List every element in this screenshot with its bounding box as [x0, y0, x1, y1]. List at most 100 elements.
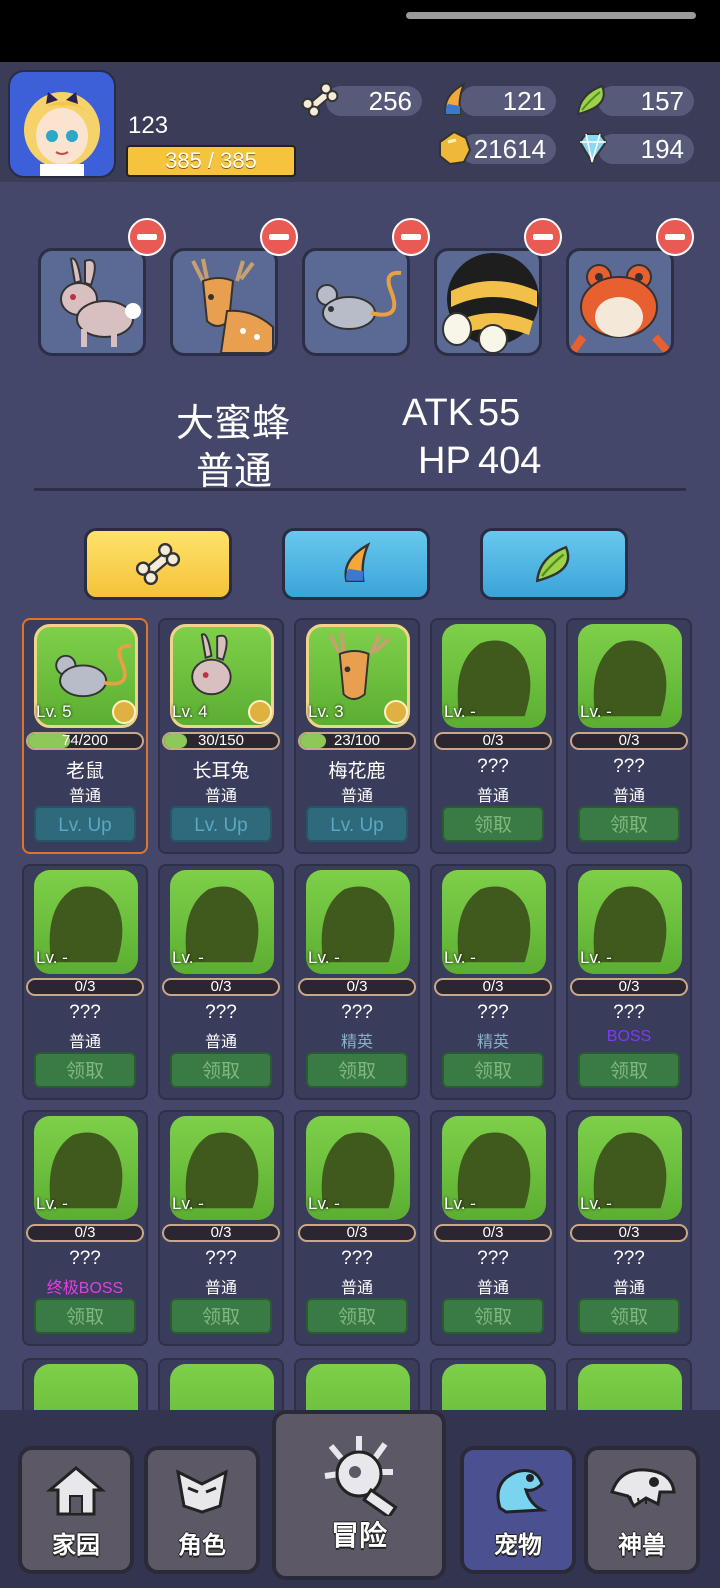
pet-name: ??? — [477, 1248, 509, 1269]
gold-coin-icon — [434, 128, 474, 168]
pet-name: ??? — [477, 756, 509, 777]
pet-card[interactable]: Lv. - 0/3??? 普通 领取 — [158, 864, 284, 1100]
pet-card[interactable]: Lv. - 0/3??? 精英 领取 — [294, 864, 420, 1100]
pet-card[interactable] — [566, 1358, 692, 1410]
pet-card[interactable]: Lv. - 0/3??? 终极BOSS 领取 — [22, 1110, 148, 1346]
claim-button[interactable]: 领取 — [34, 1052, 136, 1088]
pet-progress-text: 0/3 — [210, 978, 232, 995]
pet-progress-bar: 0/3 — [298, 978, 416, 996]
pet-progress-bar: 30/150 — [162, 732, 280, 750]
nav-frog[interactable]: 宠物 — [460, 1446, 576, 1574]
claim-button[interactable]: 领取 — [578, 1298, 680, 1334]
pet-rank: 普通 — [612, 1280, 645, 1297]
pet-progress-text: 0/3 — [346, 1224, 368, 1241]
pet-card[interactable]: Lv. - 0/3??? 普通 领取 — [430, 1110, 556, 1346]
nav-house[interactable]: 家园 — [18, 1446, 134, 1574]
pet-card[interactable]: Lv. - 0/3??? 普通 领取 — [158, 1110, 284, 1346]
pet-grid-overflow-row — [0, 1358, 720, 1410]
pet-progress-text: 0/3 — [618, 1224, 640, 1241]
pet-rank: 普通 — [204, 788, 237, 805]
gold-count: 21614 — [460, 134, 556, 164]
gem-count: 194 — [598, 134, 694, 164]
claim-button[interactable]: 领取 — [578, 1052, 680, 1088]
tab-claw[interactable] — [282, 528, 430, 600]
pet-card[interactable]: Lv. - 0/3??? 普通 领取 — [22, 864, 148, 1100]
claim-button[interactable]: 领取 — [442, 1052, 544, 1088]
nav-dino-skull[interactable]: 神兽 — [584, 1446, 700, 1574]
pet-progress-bar: 0/3 — [434, 978, 552, 996]
pet-card[interactable] — [294, 1358, 420, 1410]
pet-level: Lv. - — [172, 948, 204, 967]
team-slot-deer[interactable] — [170, 248, 278, 356]
tab-bone[interactable] — [84, 528, 232, 600]
pet-card[interactable] — [158, 1358, 284, 1410]
remove-frog-button[interactable] — [656, 218, 694, 256]
coin-icon — [248, 700, 272, 724]
team-slot-mouse[interactable] — [302, 248, 410, 356]
pet-progress-bar: 0/3 — [434, 1224, 552, 1242]
avatar[interactable] — [8, 70, 116, 178]
claim-button[interactable]: 领取 — [306, 1052, 408, 1088]
team-slot-frog[interactable] — [566, 248, 674, 356]
pet-rank: 终极BOSS — [46, 1280, 124, 1297]
pet-card[interactable]: Lv. - 0/3??? 普通 领取 — [566, 618, 692, 854]
claw-icon — [434, 80, 474, 120]
pet-card[interactable]: Lv. - 0/3??? 精英 领取 — [430, 864, 556, 1100]
player-level: 123 — [128, 112, 169, 139]
level-up-button[interactable]: Lv. Up — [34, 806, 136, 842]
pet-level: Lv. - — [580, 948, 612, 967]
pet-name: ??? — [205, 1248, 237, 1269]
pet-rank: 普通 — [476, 1280, 509, 1297]
nav-spiked-mace[interactable]: 冒险 — [272, 1410, 446, 1580]
claim-button[interactable]: 领取 — [442, 806, 544, 842]
pet-card[interactable]: Lv. - 0/3??? BOSS 领取 — [566, 864, 692, 1100]
pet-progress-fill — [300, 734, 327, 748]
pet-progress-fill — [164, 734, 187, 748]
nav-mask[interactable]: 角色 — [144, 1446, 260, 1574]
dino-skull-icon — [588, 1462, 696, 1518]
bone-count: 256 — [326, 86, 422, 116]
pet-name: ??? — [613, 1002, 645, 1023]
remove-deer-button[interactable] — [260, 218, 298, 256]
pet-progress-bar: 23/100 — [298, 732, 416, 750]
home-indicator[interactable] — [406, 12, 696, 19]
mask-icon — [148, 1462, 256, 1518]
pet-rank: 普通 — [476, 788, 509, 805]
pet-card[interactable]: Lv. 4 30/150 长耳兔 普通 Lv. Up — [158, 618, 284, 854]
claim-button[interactable]: 领取 — [34, 1298, 136, 1334]
pet-card[interactable]: Lv. - 0/3??? 普通 领取 — [566, 1110, 692, 1346]
divider — [34, 488, 686, 491]
selected-pet-name: 大蜜蜂 — [176, 403, 291, 445]
pet-level: Lv. - — [444, 1194, 476, 1213]
team-slot-bee[interactable] — [434, 248, 542, 356]
pet-rank: 普通 — [68, 788, 101, 805]
level-up-button[interactable]: Lv. Up — [170, 806, 272, 842]
pet-progress-text: 0/3 — [482, 1224, 504, 1241]
claim-button[interactable]: 领取 — [442, 1298, 544, 1334]
tab-feather[interactable] — [480, 528, 628, 600]
hp-label: HP — [418, 440, 471, 482]
claim-button[interactable]: 领取 — [170, 1298, 272, 1334]
pet-rank: BOSS — [606, 1028, 652, 1045]
pet-card[interactable] — [22, 1358, 148, 1410]
remove-rabbit-button[interactable] — [128, 218, 166, 256]
pet-progress-bar: 0/3 — [26, 1224, 144, 1242]
team-slot-rabbit[interactable] — [38, 248, 146, 356]
pet-progress-text: 74/200 — [62, 732, 108, 749]
pet-card[interactable]: Lv. - 0/3??? 普通 领取 — [294, 1110, 420, 1346]
level-up-button[interactable]: Lv. Up — [306, 806, 408, 842]
remove-mouse-button[interactable] — [392, 218, 430, 256]
remove-bee-button[interactable] — [524, 218, 562, 256]
selected-pet-rank: 普通 — [196, 451, 273, 493]
pet-rank: 精英 — [340, 1034, 373, 1051]
feather-count: 157 — [598, 86, 694, 116]
pet-level: Lv. - — [172, 1194, 204, 1213]
claim-button[interactable]: 领取 — [306, 1298, 408, 1334]
pet-card[interactable] — [430, 1358, 556, 1410]
pet-card[interactable]: Lv. 3 23/100 梅花鹿 普通 Lv. Up — [294, 618, 420, 854]
pet-card[interactable]: Lv. - 0/3??? 普通 领取 — [430, 618, 556, 854]
claim-button[interactable]: 领取 — [578, 806, 680, 842]
pet-card[interactable]: Lv. 5 74/200 老鼠 普通 Lv. Up — [22, 618, 148, 854]
claim-button[interactable]: 领取 — [170, 1052, 272, 1088]
pet-name: ??? — [341, 1248, 373, 1269]
